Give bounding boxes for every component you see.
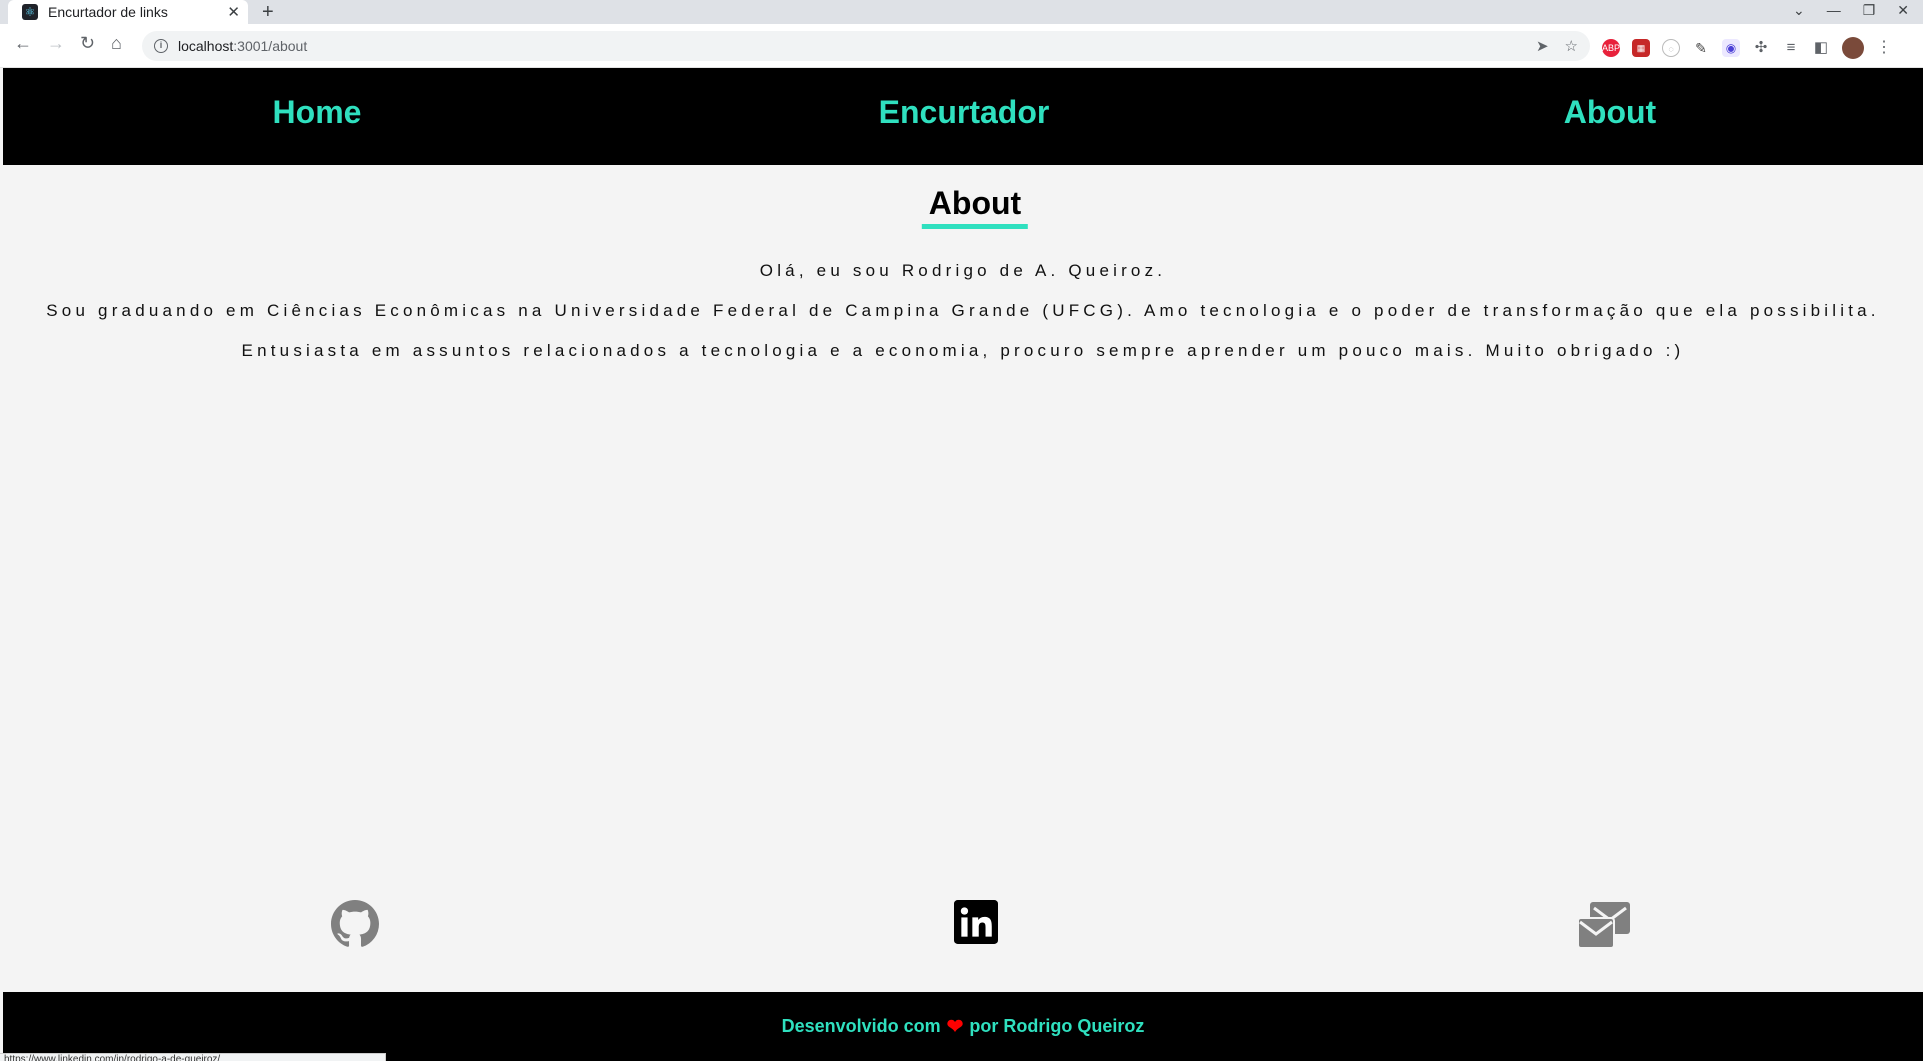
profile-avatar[interactable] — [1842, 37, 1864, 59]
browser-tab[interactable]: ⚛ Encurtador de links ✕ — [8, 0, 248, 24]
back-icon[interactable]: ← — [14, 33, 32, 54]
close-tab-icon[interactable]: ✕ — [227, 3, 240, 21]
github-link[interactable] — [331, 900, 379, 953]
url-host: localhost — [178, 38, 234, 54]
adblock-plus-icon[interactable]: ABP — [1602, 39, 1620, 57]
heart-icon: ❤ — [946, 1016, 964, 1038]
linkedin-link[interactable] — [954, 900, 998, 949]
address-bar[interactable]: i localhost:3001/about ➤ ☆ — [142, 31, 1590, 61]
home-icon[interactable]: ⌂ — [111, 33, 122, 54]
linkedin-icon — [954, 900, 998, 944]
tab-search-icon[interactable]: ⌄ — [1793, 2, 1805, 19]
site-navbar: Home Encurtador About — [3, 68, 1923, 165]
extension-record-icon[interactable]: ◉ — [1722, 39, 1740, 57]
about-paragraph-intro: Olá, eu sou Rodrigo de A. Queiroz. — [759, 261, 1167, 280]
reload-icon[interactable]: ↻ — [80, 33, 95, 54]
page-viewport: Home Encurtador About About Olá, eu sou … — [3, 68, 1923, 1061]
site-footer: Desenvolvido com ❤ por Rodrigo Queiroz — [3, 992, 1923, 1061]
extensions-area: ABP ▦ ◌ ✎ ◉ ✣ ≡ ◧ ⋮ — [1602, 37, 1892, 59]
browser-menu-icon[interactable]: ⋮ — [1876, 39, 1892, 57]
extension-circle-icon[interactable]: ◌ — [1662, 39, 1680, 57]
browser-tab-bar: ⚛ Encurtador de links ✕ + ⌄ — ❐ ✕ — [0, 0, 1923, 24]
nav-link-home[interactable]: Home — [273, 94, 362, 131]
email-icon — [1577, 902, 1630, 949]
close-window-icon[interactable]: ✕ — [1897, 2, 1909, 19]
restore-icon[interactable]: ❐ — [1863, 2, 1876, 19]
window-controls: ⌄ — ❐ ✕ — [1793, 2, 1909, 19]
bookmark-star-icon[interactable]: ☆ — [1565, 37, 1578, 55]
new-tab-icon[interactable]: + — [262, 1, 274, 24]
side-panel-icon[interactable]: ◧ — [1812, 39, 1830, 57]
media-queue-icon[interactable]: ≡ — [1782, 39, 1800, 57]
about-paragraph-education: Sou graduando em Ciências Econômicas na … — [46, 301, 1880, 320]
url-path: :3001/about — [233, 38, 308, 54]
forward-icon[interactable]: → — [47, 33, 65, 54]
footer-author: por Rodrigo Queiroz — [969, 1016, 1145, 1036]
email-link[interactable] — [1576, 900, 1632, 955]
extension-red-icon[interactable]: ▦ — [1632, 39, 1650, 57]
send-icon[interactable]: ➤ — [1536, 37, 1549, 55]
browser-toolbar: ← → ↻ ⌂ i localhost:3001/about ➤ ☆ ABP ▦… — [0, 24, 1923, 68]
github-icon — [331, 900, 379, 947]
footer-prefix: Desenvolvido com — [781, 1016, 941, 1036]
nav-link-about[interactable]: About — [1564, 94, 1656, 131]
page-title: About — [921, 185, 1029, 229]
extensions-puzzle-icon[interactable]: ✣ — [1752, 39, 1770, 57]
minimize-icon[interactable]: — — [1827, 2, 1841, 19]
extension-eyedropper-icon[interactable]: ✎ — [1692, 39, 1710, 57]
react-favicon-icon: ⚛ — [22, 4, 38, 20]
link-hover-status: https://www.linkedin.com/in/rodrigo-a-de… — [0, 1053, 386, 1061]
about-paragraph-interests: Entusiasta em assuntos relacionados a te… — [241, 341, 1685, 360]
nav-link-shortener[interactable]: Encurtador — [879, 94, 1050, 131]
site-info-icon[interactable]: i — [154, 39, 168, 53]
tab-title: Encurtador de links — [48, 4, 168, 20]
